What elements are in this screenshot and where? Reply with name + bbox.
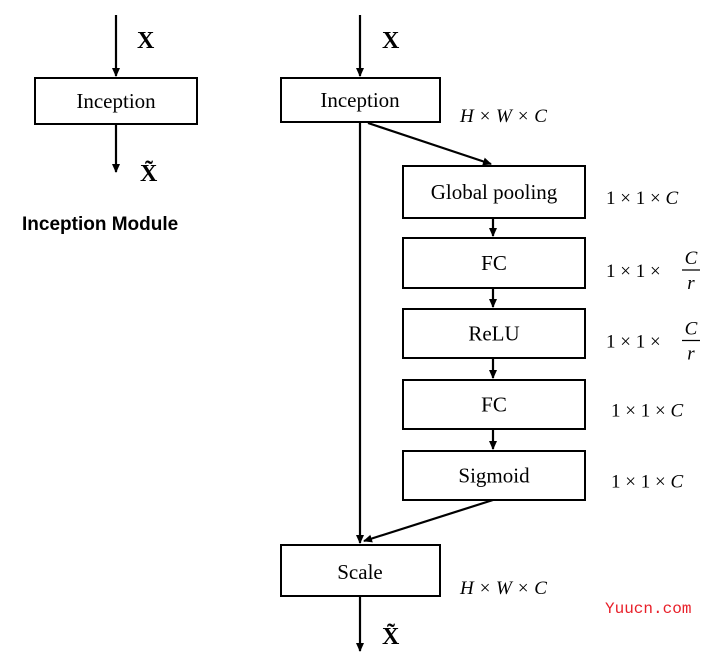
dim-prefix: 1 × 1 × [611,472,670,493]
dim-prefix: 1 × 1 × [606,188,665,209]
global-pooling-label: Global pooling [431,180,558,204]
right-input-label: X [382,28,400,54]
dim-denominator: r [687,273,695,294]
sigmoid-to-scale-arrow [363,498,494,543]
dim-label: 1 × 1 × C [611,472,683,493]
dim-channel: C [670,401,683,422]
dim-prefix: 1 × 1 × [606,332,661,353]
watermark: Yuucn.com [605,600,691,618]
dim-label: 1 × 1 × C [606,188,678,209]
dim-denominator: r [687,344,695,365]
left-inception-label: Inception [76,89,156,113]
dim-prefix: 1 × 1 × [606,261,661,282]
inception-vs-se-inception-diagram: X Inception X̃ Inception Module X Incept… [22,15,700,652]
scale-dim: H × W × C [459,578,547,599]
dim-channel: C [670,472,683,493]
dim-prefix: 1 × 1 × [611,401,670,422]
dim-channel: C [665,188,678,209]
inception-dim: H × W × C [459,106,547,127]
dim-label: 1 × 1 × C [611,401,683,422]
relu-label: ReLU [468,322,519,346]
left-output-label: X̃ [140,161,158,187]
scale-label: Scale [337,560,382,584]
branch-arrow [367,121,492,166]
right-output-label: X̃ [382,624,400,650]
sigmoid-label: Sigmoid [458,464,530,488]
right-inception-label: Inception [320,88,400,112]
fc-label: FC [481,251,507,275]
left-input-label: X [137,28,155,54]
left-caption: Inception Module [22,214,178,235]
fc-label: FC [481,393,507,417]
dim-numerator: C [685,248,698,269]
dim-numerator: C [685,319,698,340]
